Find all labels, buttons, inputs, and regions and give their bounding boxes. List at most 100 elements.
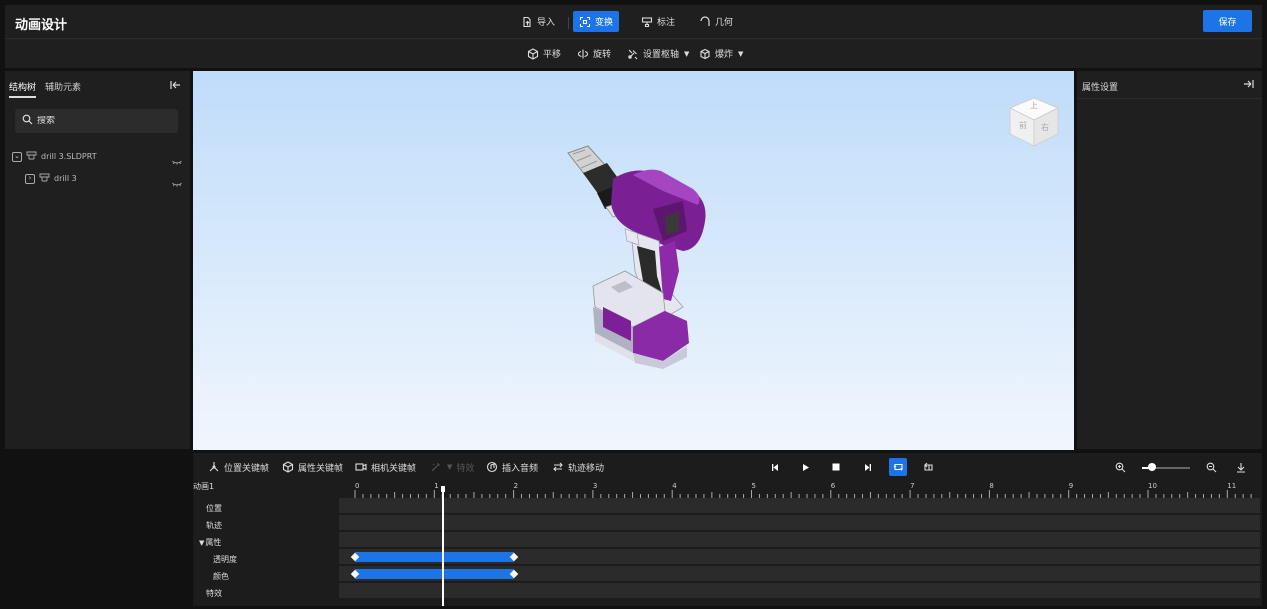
ruler-tick-label: 3 — [593, 482, 597, 490]
explode-dropdown[interactable]: 爆炸 ▼ — [699, 45, 743, 62]
insert-audio-button[interactable]: 插入音频 — [486, 459, 538, 475]
track-lane[interactable] — [339, 583, 1260, 598]
playhead[interactable] — [442, 489, 444, 606]
move-button[interactable]: 平移 — [527, 45, 561, 62]
ruler-tick-label: 11 — [1227, 482, 1236, 490]
keyframe-span[interactable] — [355, 568, 514, 579]
trajectory-move-label: 轨迹移动 — [568, 463, 605, 474]
track-lane[interactable] — [339, 549, 1260, 564]
time-ruler[interactable]: 0 1 2 3 4 5 6 7 8 9 10 11 — [339, 480, 1260, 498]
transform-toolbar: 平移 旋转 设置枢轴 ▼ 爆炸 ▼ — [5, 39, 1262, 68]
property-panel-title: 属性设置 — [1082, 83, 1119, 93]
collapse-toggle-icon[interactable]: ⌄ — [12, 151, 22, 162]
ruler-tick-label: 9 — [1069, 482, 1073, 490]
tab-structure-tree[interactable]: 结构树 — [9, 80, 37, 98]
annotate-button[interactable]: 标注 — [635, 11, 681, 32]
ruler-tick-label: 5 — [752, 482, 756, 490]
track-lane[interactable] — [339, 566, 1260, 581]
ping-pong-button[interactable] — [919, 458, 937, 476]
caret-down-icon: ▼ — [199, 538, 205, 547]
collapse-panel-icon[interactable] — [170, 80, 181, 93]
collapse-right-panel-icon[interactable] — [1243, 79, 1254, 92]
step-forward-button[interactable] — [858, 458, 876, 476]
track-group-properties[interactable]: ▼ 属性 — [199, 537, 221, 548]
effect-icon — [430, 461, 442, 473]
tab-auxiliary-elements[interactable]: 辅助元素 — [45, 80, 81, 96]
save-button[interactable]: 保存 — [1203, 10, 1252, 32]
geometry-button[interactable]: 几何 — [693, 11, 739, 32]
play-button[interactable] — [797, 458, 815, 476]
view-cube-top-label[interactable]: 上 — [1030, 100, 1038, 111]
property-keyframe-label: 属性关键帧 — [298, 463, 344, 474]
app-title: 动画设计 — [15, 18, 68, 33]
step-backward-button[interactable] — [766, 458, 784, 476]
track-lane[interactable] — [339, 498, 1260, 513]
play-icon — [803, 463, 809, 471]
drill-model[interactable] — [193, 71, 1074, 450]
animation-design-app: 动画设计 导入 变换 标注 几何 保存 平移 旋转 设置枢轴 ▼ 爆炸 ▼ 结构… — [0, 0, 1267, 609]
rotate-button[interactable]: 旋转 — [577, 45, 611, 62]
camera-keyframe-button[interactable]: 相机关键帧 — [355, 459, 416, 475]
track-label-effect: 特效 — [206, 589, 222, 598]
visibility-eye-icon[interactable] — [172, 177, 182, 187]
animation-name: 动画1 — [193, 482, 215, 491]
search-box — [15, 109, 178, 133]
keyframe-span[interactable] — [355, 551, 514, 562]
geometry-label: 几何 — [715, 18, 734, 28]
visibility-eye-icon[interactable] — [172, 155, 182, 165]
zoom-in-button[interactable] — [1111, 458, 1129, 476]
ping-pong-icon — [923, 462, 933, 471]
timeline-lanes[interactable] — [339, 498, 1260, 606]
track-label-opacity: 透明度 — [213, 555, 237, 564]
trajectory-icon — [552, 461, 564, 473]
view-cube-front-label[interactable]: 前 — [1019, 120, 1027, 131]
timeline-panel: 位置关键帧 属性关键帧 相机关键帧 ▼ 特效 插入音频 轨迹移动 动画1 0 1… — [193, 453, 1262, 606]
property-keyframe-icon — [282, 461, 294, 473]
ruler-tick-label: 1 — [434, 482, 438, 490]
top-header: 动画设计 导入 变换 标注 几何 保存 — [5, 5, 1262, 39]
stop-button[interactable] — [827, 458, 845, 476]
trajectory-move-button[interactable]: 轨迹移动 — [552, 459, 604, 475]
expand-toggle-icon[interactable]: › — [25, 173, 35, 184]
search-input[interactable] — [37, 116, 157, 126]
ruler-tick-label: 2 — [514, 482, 518, 490]
track-lane[interactable] — [339, 515, 1260, 530]
transform-button[interactable]: 变换 — [573, 11, 620, 32]
position-keyframe-button[interactable]: 位置关键帧 — [208, 459, 269, 475]
tree-node-root[interactable]: ⌄ drill 3.SLDPRT — [12, 151, 97, 162]
structure-panel: 结构树 辅助元素 ⌄ drill 3.SLDPRT › drill 3 — [5, 71, 190, 449]
transform-icon — [579, 16, 591, 28]
step-backward-icon — [771, 463, 778, 471]
3d-viewport[interactable]: 上 前 右 — [193, 71, 1074, 450]
effect-button[interactable]: ▼ 特效 — [430, 459, 474, 475]
track-label-position: 位置 — [206, 504, 222, 513]
tree-node-label: drill 3 — [54, 174, 77, 183]
import-button[interactable]: 导入 — [515, 11, 561, 32]
import-label: 导入 — [537, 18, 556, 28]
loop-button[interactable] — [889, 458, 907, 476]
view-cube-right-label[interactable]: 右 — [1041, 122, 1049, 133]
track-lane[interactable] — [339, 532, 1260, 547]
geometry-icon — [699, 15, 711, 28]
part-icon — [39, 173, 50, 184]
property-panel: 属性设置 — [1077, 71, 1262, 449]
playhead-handle[interactable] — [440, 486, 445, 492]
stop-icon — [832, 463, 840, 471]
ruler-tick-label: 4 — [672, 482, 677, 490]
part-icon — [26, 151, 37, 162]
pivot-dropdown[interactable]: 设置枢轴 ▼ — [627, 45, 689, 62]
transform-label: 变换 — [595, 18, 614, 28]
view-cube[interactable]: 上 前 右 — [1006, 94, 1062, 150]
ruler-tick-label: 10 — [1148, 482, 1157, 490]
zoom-out-button[interactable] — [1202, 458, 1220, 476]
zoom-slider-thumb[interactable] — [1147, 463, 1156, 471]
ruler-tick-label: 0 — [355, 482, 359, 490]
step-forward-icon — [864, 463, 871, 471]
tree-node-child[interactable]: › drill 3 — [25, 173, 77, 184]
ruler-tick-label: 8 — [989, 482, 993, 490]
track-group-label: 属性 — [205, 538, 222, 547]
export-download-button[interactable] — [1232, 458, 1250, 476]
rotate-label: 旋转 — [593, 50, 612, 60]
loop-icon — [893, 463, 903, 471]
property-keyframe-button[interactable]: 属性关键帧 — [282, 459, 343, 475]
